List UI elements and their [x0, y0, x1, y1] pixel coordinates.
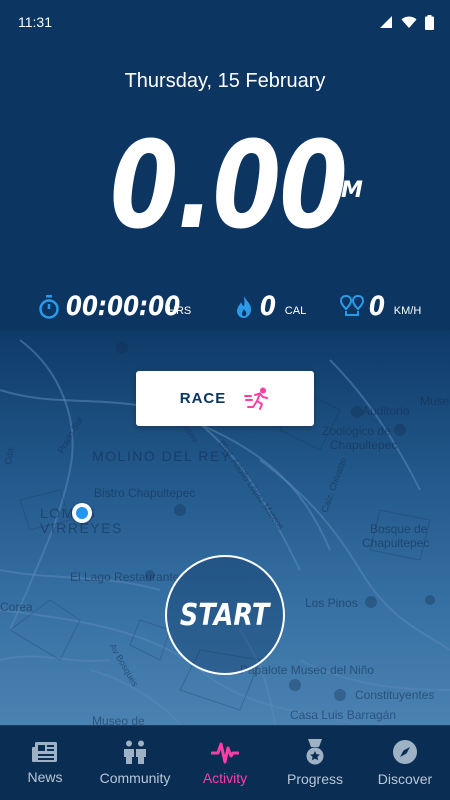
map-label-museo-a: Museo A	[420, 394, 450, 408]
calories-value: 0	[260, 291, 276, 322]
nav-item-activity[interactable]: Activity	[180, 740, 270, 786]
battery-icon	[425, 14, 434, 30]
calories-stat: 0 CAL	[234, 288, 306, 322]
nav-label-activity: Activity	[202, 770, 248, 786]
nav-item-community[interactable]: Community	[90, 740, 180, 786]
bottom-nav: News Community Activity Progress Discove…	[0, 725, 450, 800]
date-heading: Thursday, 15 February	[124, 70, 326, 92]
progress-icon	[306, 739, 324, 765]
stopwatch-icon	[39, 295, 59, 319]
speed-unit: KM/H	[393, 305, 422, 317]
runner-icon	[244, 387, 269, 410]
flame-icon	[237, 296, 252, 318]
distance-unit: KM	[324, 178, 363, 203]
nav-item-discover[interactable]: Discover	[360, 739, 450, 787]
nav-label-progress: Progress	[286, 771, 344, 787]
map-label-bistro: Bistro Chapultepec	[94, 486, 196, 500]
status-icons	[379, 14, 434, 30]
map-label-papalote: Papalote Museo del Niño	[240, 663, 375, 677]
news-icon	[32, 742, 57, 762]
calories-unit: CAL	[284, 305, 307, 317]
map-label-constituyentes: Constituyentes	[355, 688, 435, 702]
map-label-bosque: Bosque de	[370, 522, 428, 536]
nav-item-progress[interactable]: Progress	[270, 739, 360, 787]
status-bar: 11:31	[0, 0, 450, 44]
map-label-los-pinos: Los Pinos	[305, 596, 358, 610]
distance-value: 0.00	[110, 117, 348, 256]
start-button[interactable]: START	[165, 555, 285, 675]
map-label-molino: MOLINO DEL REY	[92, 448, 232, 464]
duration-stat: 00:00:00 HRS	[38, 288, 191, 322]
map-label-casa: Casa Luis Barragán	[290, 708, 397, 722]
nav-item-news[interactable]: News	[0, 741, 90, 785]
nav-label-news: News	[27, 769, 63, 785]
nav-label-community: Community	[99, 770, 171, 786]
status-time: 11:31	[18, 14, 52, 30]
signal-icon	[380, 16, 392, 28]
map-label-museo-de: Museo de	[92, 714, 145, 725]
compass-icon	[393, 740, 417, 764]
speed-stat: 0 KM/H	[340, 288, 421, 322]
map-label-chapultepec: Chapultepec	[362, 536, 430, 550]
nav-label-discover: Discover	[377, 771, 433, 787]
map-label-zoologico: Zoológico de	[322, 424, 391, 438]
route-pins-icon	[340, 295, 364, 316]
community-icon	[124, 740, 146, 764]
wifi-icon	[401, 16, 417, 28]
duration-value: 00:00:00	[66, 291, 181, 322]
start-button-label: START	[180, 597, 270, 633]
speed-value: 0	[369, 291, 385, 322]
map-label-auditorio: Auditorio	[362, 404, 410, 418]
map-label-chapultepec-zoo: Chapultepec	[330, 438, 398, 452]
race-button-label: RACE	[179, 390, 227, 407]
activity-icon	[211, 742, 239, 764]
map-label-lago: El Lago Restaurante	[70, 570, 180, 584]
map-label-corea: Corea	[0, 600, 33, 614]
race-button[interactable]: RACE	[136, 371, 314, 426]
current-location-marker	[72, 503, 92, 523]
